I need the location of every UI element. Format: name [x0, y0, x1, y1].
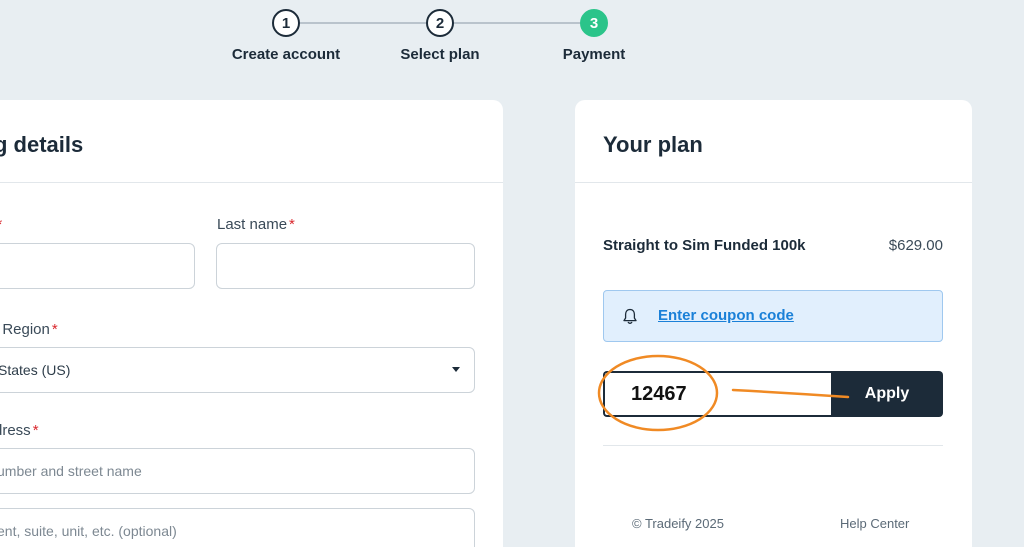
- plan-divider-2: [603, 445, 943, 446]
- step-3-circle: 3: [580, 9, 608, 37]
- step-2-label[interactable]: Select plan: [360, 46, 520, 63]
- plan-title: Your plan: [603, 132, 703, 157]
- required-mark: *: [0, 216, 2, 233]
- required-mark: *: [289, 216, 295, 233]
- step-1-circle[interactable]: 1: [272, 9, 300, 37]
- plan-divider: [575, 182, 972, 183]
- step-3-label: Payment: [562, 46, 626, 63]
- last-name-input[interactable]: [216, 243, 475, 289]
- country-select[interactable]: States (US): [0, 347, 475, 393]
- street-address-label: dress*: [0, 422, 39, 439]
- required-mark: *: [32, 422, 39, 439]
- street-address-2-input[interactable]: [0, 508, 475, 547]
- step-connector-1: [300, 22, 426, 24]
- required-mark: *: [51, 321, 58, 338]
- billing-title-text: g details: [0, 132, 84, 157]
- first-name-label: e*: [0, 216, 2, 233]
- enter-coupon-link[interactable]: Enter coupon code: [658, 307, 794, 324]
- footer-copyright: © Tradeify 2025: [632, 516, 724, 531]
- checkout-stepper: 1 2 3 Create account Select plan Payment: [0, 0, 1024, 80]
- street-address-input[interactable]: [0, 448, 475, 494]
- caret-down-icon: [452, 367, 460, 372]
- plan-item-price: $629.00: [888, 237, 943, 254]
- bell-icon: [623, 308, 637, 324]
- apply-coupon-button[interactable]: Apply: [831, 371, 943, 417]
- street-address-label-text: dress: [0, 422, 31, 439]
- help-center-link[interactable]: Help Center: [840, 516, 909, 531]
- last-name-label: Last name *: [217, 216, 295, 233]
- billing-divider: [0, 182, 503, 183]
- country-label: / Region*: [0, 321, 58, 338]
- last-name-label-text: Last name: [217, 216, 288, 233]
- step-connector-2: [454, 22, 580, 24]
- step-2-circle[interactable]: 2: [426, 9, 454, 37]
- coupon-input[interactable]: [603, 371, 833, 417]
- plan-item-name: Straight to Sim Funded 100k: [603, 237, 806, 254]
- first-name-input[interactable]: [0, 243, 195, 289]
- country-select-value: States (US): [0, 362, 71, 378]
- country-label-text: / Region: [0, 321, 50, 338]
- billing-title: g details: [0, 132, 83, 158]
- step-1-label[interactable]: Create account: [206, 46, 366, 63]
